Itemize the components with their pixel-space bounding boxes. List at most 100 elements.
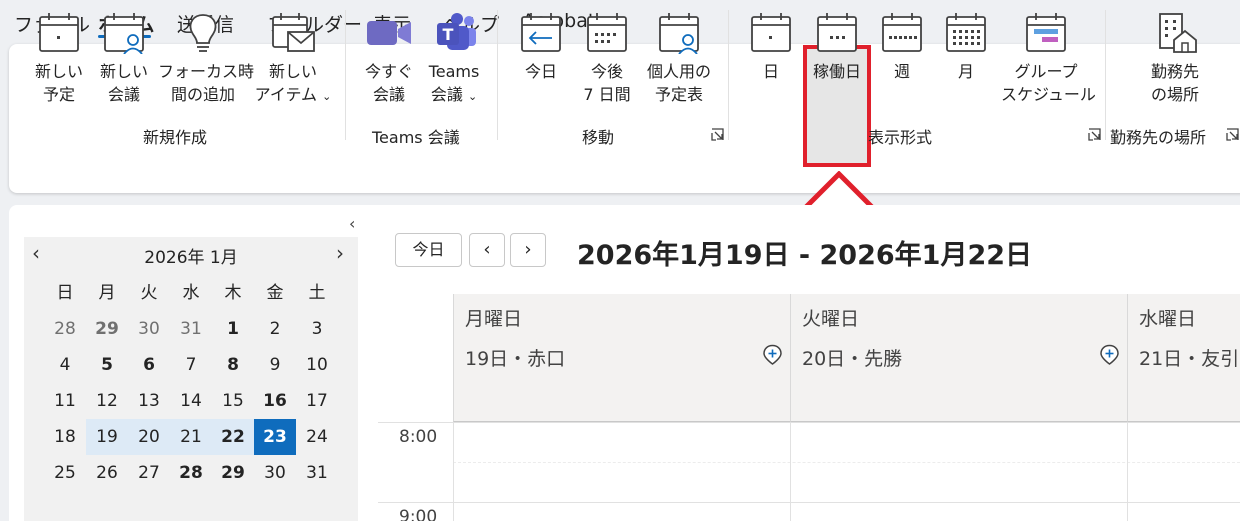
date-range-title: 2026年1月19日 - 2026年1月22日 [577,240,1033,271]
mini-calendar-day[interactable]: 1 [212,311,254,347]
svg-text:T: T [443,25,454,44]
mini-calendar-day[interactable]: 2 [254,311,296,347]
video-camera-icon [367,21,411,45]
group-divider [497,10,498,140]
go-today-button[interactable]: 今日 [518,8,564,83]
mini-calendar-day[interactable]: 28 [44,311,86,347]
mini-calendar-day[interactable]: 15 [212,383,254,419]
mini-calendar-day[interactable]: 6 [128,347,170,383]
mini-calendar: ‹ 2026年 1月 › 日月火水木金土 28 29 30 31 1 2 3 4 5 6 7 8 9 10 1… [24,237,358,521]
group-divider [345,10,346,140]
weekday-label: 火 [140,283,158,303]
mini-calendar-day[interactable]: 10 [296,347,338,383]
group-label-go: 移動 [582,128,615,147]
calendar-dot-icon [39,13,79,52]
previous-button[interactable]: ‹ [469,233,505,267]
dialog-launcher-icon[interactable] [1088,128,1101,141]
chevron-down-icon: ⌄ [322,90,332,103]
personal-calendar-button[interactable]: 個人用の 予定表 [643,8,715,106]
meet-now-button[interactable]: 今すぐ 会議 [362,8,416,106]
mini-calendar-day[interactable]: 16 [254,383,296,419]
mini-calendar-day[interactable]: 30 [128,311,170,347]
day-column-divider [453,422,454,521]
weekday-label: 木 [224,283,242,303]
mini-calendar-day[interactable]: 20 [128,419,170,455]
mini-calendar-day[interactable]: 29 [212,455,254,491]
mini-calendar-day[interactable]: 31 [296,455,338,491]
dialog-launcher-icon[interactable] [711,128,724,141]
mini-calendar-day[interactable]: 19 [86,419,128,455]
new-appointment-button[interactable]: 新しい 予定 [33,8,85,106]
day-location: 19日・赤口 [465,348,566,370]
calendar-month-icon [946,13,986,52]
day-column-divider [1127,422,1128,521]
mini-calendar-day[interactable]: 11 [44,383,86,419]
new-items-button[interactable]: 新しい アイテム ⌄ [253,8,333,108]
view-work-week-button[interactable]: 稼働日 [807,8,867,83]
work-location-button[interactable]: 勤務先 の場所 [1140,8,1210,106]
mini-calendar-day[interactable]: 3 [296,311,338,347]
day-header[interactable]: 火曜日 20日・先勝 [790,294,1127,422]
mini-calendar-day[interactable]: 5 [86,347,128,383]
view-day-button[interactable]: 日 [748,8,794,83]
calendar-person-icon [659,13,699,54]
day-location: 20日・先勝 [802,348,903,370]
mini-calendar-day[interactable]: 30 [254,455,296,491]
today-button[interactable]: 今日 [395,233,462,267]
mini-calendar-day[interactable]: 17 [296,383,338,419]
schedule-view-button[interactable]: グループ スケジュール [1001,8,1096,106]
calendar-week-icon [587,13,627,52]
group-divider [728,10,729,140]
mini-calendar-day[interactable]: 4 [44,347,86,383]
calendar-week-icon [882,13,922,52]
mini-calendar-day[interactable]: 24 [296,419,338,455]
mini-calendar-day[interactable]: 21 [170,419,212,455]
day-name: 水曜日 [1139,308,1197,330]
add-location-icon[interactable] [1099,344,1120,365]
mini-calendar-day[interactable]: 12 [86,383,128,419]
mini-calendar-today[interactable]: 23 [254,419,296,455]
next-7-days-button[interactable]: 今後 7 日間 [578,8,636,106]
group-schedule-icon [1026,13,1066,52]
view-week-button[interactable]: 週 [879,8,925,83]
mini-calendar-day[interactable]: 28 [170,455,212,491]
calendar-arrow-icon [521,13,561,52]
group-label-teams: Teams 会議 [372,128,460,147]
hour-line [378,502,1240,503]
chevron-down-icon: ⌄ [467,90,478,103]
mini-calendar-day[interactable]: 13 [128,383,170,419]
next-button[interactable]: › [510,233,546,267]
mini-calendar-day[interactable]: 31 [170,311,212,347]
mini-calendar-day[interactable]: 25 [44,455,86,491]
teams-meeting-button[interactable]: T Teams 会議 ⌄ [424,8,484,108]
next-month-icon[interactable]: › [336,241,344,265]
mini-calendar-day[interactable]: 29 [86,311,128,347]
weekday-label: 日 [56,283,74,303]
mini-calendar-day[interactable]: 7 [170,347,212,383]
mini-calendar-day[interactable]: 14 [170,383,212,419]
view-month-button[interactable]: 月 [943,8,989,83]
mini-calendar-day[interactable]: 8 [212,347,254,383]
new-meeting-button[interactable]: 新しい 会議 [98,8,150,106]
calendar-mail-icon [272,13,315,52]
mini-calendar-day[interactable]: 9 [254,347,296,383]
mini-calendar-day[interactable]: 22 [212,419,254,455]
mini-calendar-day[interactable]: 27 [128,455,170,491]
hour-line [378,422,1240,423]
day-name: 火曜日 [802,308,860,330]
day-header[interactable]: 水曜日 21日・友引 [1127,294,1240,422]
add-focus-time-button[interactable]: フォーカス時 間の追加 [158,8,254,106]
chevron-left-icon: ‹ [483,239,491,260]
collapse-pane-icon[interactable]: ‹ [349,214,355,233]
day-location: 21日・友引 [1139,348,1240,370]
mini-calendar-day[interactable]: 26 [86,455,128,491]
day-header[interactable]: 月曜日 19日・赤口 [453,294,790,422]
calendar-person-icon [104,13,144,54]
dialog-launcher-icon[interactable] [1226,128,1239,141]
add-location-icon[interactable] [762,344,783,365]
chevron-right-icon: › [524,239,532,260]
group-divider [1105,10,1106,140]
calendar-workweek-icon [817,13,857,52]
mini-calendar-day[interactable]: 18 [44,419,86,455]
day-name: 月曜日 [465,308,523,330]
